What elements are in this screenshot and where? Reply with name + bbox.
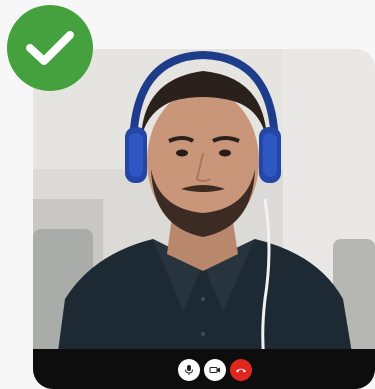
camera-button[interactable] xyxy=(204,359,226,381)
participant-video-feed xyxy=(33,49,375,389)
video-camera-icon xyxy=(209,367,220,373)
mic-button[interactable] xyxy=(178,359,200,381)
verified-check-badge xyxy=(7,5,93,91)
end-call-button[interactable] xyxy=(230,359,252,381)
call-preview-stage xyxy=(0,0,375,389)
call-control-bar xyxy=(33,349,375,389)
video-call-window xyxy=(33,49,375,389)
microphone-icon xyxy=(185,365,193,375)
phone-hangup-icon xyxy=(236,368,246,373)
check-icon xyxy=(26,31,74,65)
